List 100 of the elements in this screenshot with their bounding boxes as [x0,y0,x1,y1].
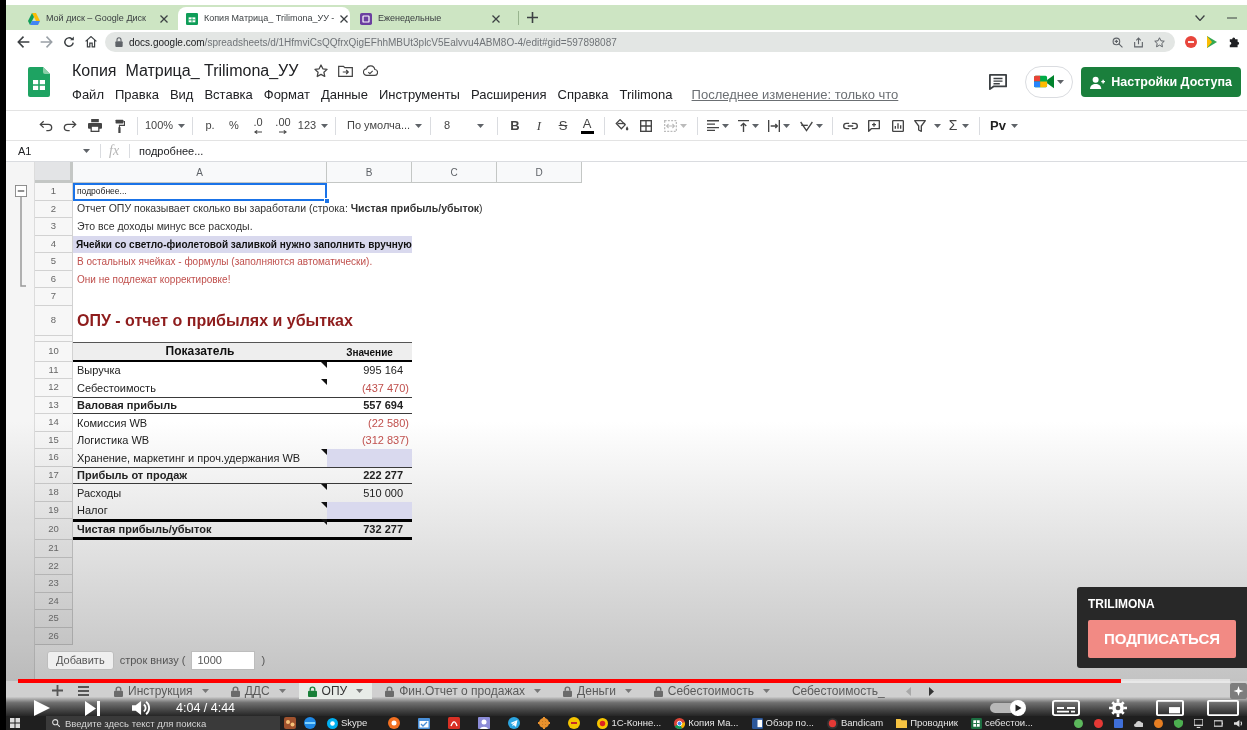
print-icon[interactable] [88,119,102,132]
sheet-tab[interactable]: Себестоимость_ [782,683,894,699]
row-header[interactable]: 14 [35,414,73,432]
circle-app-icon[interactable] [568,717,581,729]
borders-icon[interactable] [640,119,652,132]
caret-icon[interactable] [1057,80,1065,84]
link-icon[interactable] [842,121,858,130]
caret-icon[interactable] [477,123,484,128]
strikethrough-button[interactable]: S [551,114,575,137]
speaker-icon[interactable] [1234,718,1243,728]
taskbar-app[interactable]: себестои... [967,716,1036,730]
menu-item[interactable]: Формат [263,84,310,105]
subtitles-icon[interactable] [1052,700,1080,716]
plus-icon[interactable] [527,12,538,23]
merge-cells-icon[interactable] [663,119,677,132]
currency-button[interactable]: р. [198,114,222,137]
caret-icon[interactable] [815,123,823,128]
rows-count-input[interactable]: 1000 [191,651,256,670]
row-header[interactable]: 22 [35,557,73,575]
circle-icon[interactable] [1154,718,1163,728]
caret-icon[interactable] [751,123,759,128]
caret-icon[interactable] [178,123,186,128]
scroll-right-icon[interactable] [928,687,934,696]
caret-icon[interactable] [962,123,970,128]
caret-icon[interactable] [624,689,632,693]
row-header[interactable]: 21 [35,540,73,558]
menu-item[interactable]: Расширения [470,84,547,105]
circle-icon[interactable] [1094,718,1103,728]
circle-app-icon[interactable] [388,717,401,729]
vertical-align-icon[interactable] [737,119,749,132]
document-title[interactable]: Копия Матрица_ Trilimona_УУ [72,62,299,79]
last-edit-link[interactable]: Последнее изменение: только что [691,84,899,105]
back-arrow-icon[interactable] [17,36,30,48]
caret-icon[interactable] [278,689,286,693]
row-header[interactable]: 18 [35,484,73,502]
row-header[interactable]: 19 [35,501,73,519]
text-rotate-icon[interactable] [799,119,813,132]
sheet-list-icon[interactable] [78,686,89,696]
collapse-group-icon[interactable] [15,185,27,197]
zoom-in-icon[interactable] [1112,36,1123,48]
close-icon[interactable] [340,14,349,23]
menu-item[interactable]: Вид [169,84,194,105]
home-icon[interactable] [85,36,97,48]
text-color-button[interactable]: A [575,114,599,137]
plus-icon[interactable] [52,685,63,696]
column-header[interactable]: D [497,162,582,183]
autoplay-toggle-icon[interactable] [990,700,1026,716]
caret-icon[interactable] [783,123,790,128]
caret-icon[interactable] [1010,123,1018,128]
sheet-tab[interactable]: Фин.Отчет о продажах [376,683,551,699]
share-icon[interactable] [1133,36,1144,48]
caret-icon[interactable] [933,123,941,128]
percent-button[interactable]: % [222,114,246,137]
column-header[interactable]: B [327,162,412,183]
row-header[interactable]: 16 [35,449,73,467]
taskbar-app[interactable]: Обзор по... [748,716,817,730]
spreadsheet-logo-icon[interactable] [28,67,50,97]
add-rows-button[interactable]: Добавить [47,651,114,670]
row-header[interactable]: 5 [35,253,73,271]
chevron-down-icon[interactable] [1195,14,1205,21]
row-header[interactable]: 12 [35,379,73,397]
shield-icon[interactable] [1174,718,1183,728]
round-app-icon[interactable] [304,717,316,729]
row-header[interactable]: 20 [35,519,73,540]
windows-logo-icon[interactable] [10,718,20,728]
decrease-decimals-button[interactable]: .0 [246,114,270,137]
taskbar-app[interactable]: Копия Ма... [671,716,742,730]
menu-item[interactable]: Trilimona [619,84,673,105]
theater-mode-icon[interactable] [1207,700,1239,716]
cloud-icon[interactable] [1134,718,1143,728]
row-header[interactable]: 1 [35,183,73,201]
caret-icon[interactable] [83,149,90,153]
calendar-icon[interactable] [418,717,431,729]
explore-icon[interactable] [1230,683,1247,699]
redo-icon[interactable] [63,119,77,132]
star-icon[interactable] [314,63,329,78]
skip-next-icon[interactable] [85,700,100,716]
comment-icon[interactable] [989,74,1008,90]
miniplayer-icon[interactable] [1156,700,1184,716]
row-header[interactable]: 10 [35,341,73,362]
align-left-icon[interactable] [707,120,719,131]
close-icon[interactable] [492,14,500,23]
menu-item[interactable]: Данные [320,84,368,105]
row-header[interactable]: 26 [35,627,73,645]
person-picture-icon[interactable] [478,717,491,729]
fill-handle[interactable] [324,197,330,204]
caret-icon[interactable] [534,689,542,693]
sheet-tab[interactable]: Инструкция [105,683,218,699]
caret-icon[interactable] [201,689,209,693]
meet-button[interactable] [1025,66,1074,98]
taskbar-app[interactable]: Bandicam [823,716,887,730]
formula-input[interactable]: подробнее... [139,141,1247,161]
no-entry-icon[interactable] [1185,36,1197,48]
font-dropdown[interactable]: По умолча... [341,114,425,137]
input-tools-dropdown[interactable]: Pv [985,114,1023,137]
column-header[interactable]: C [412,162,497,183]
row-header[interactable]: 8 [35,305,73,336]
column-header[interactable]: A [73,162,327,183]
undo-icon[interactable] [39,119,53,132]
sheet-tab[interactable]: ОПУ [298,683,373,699]
